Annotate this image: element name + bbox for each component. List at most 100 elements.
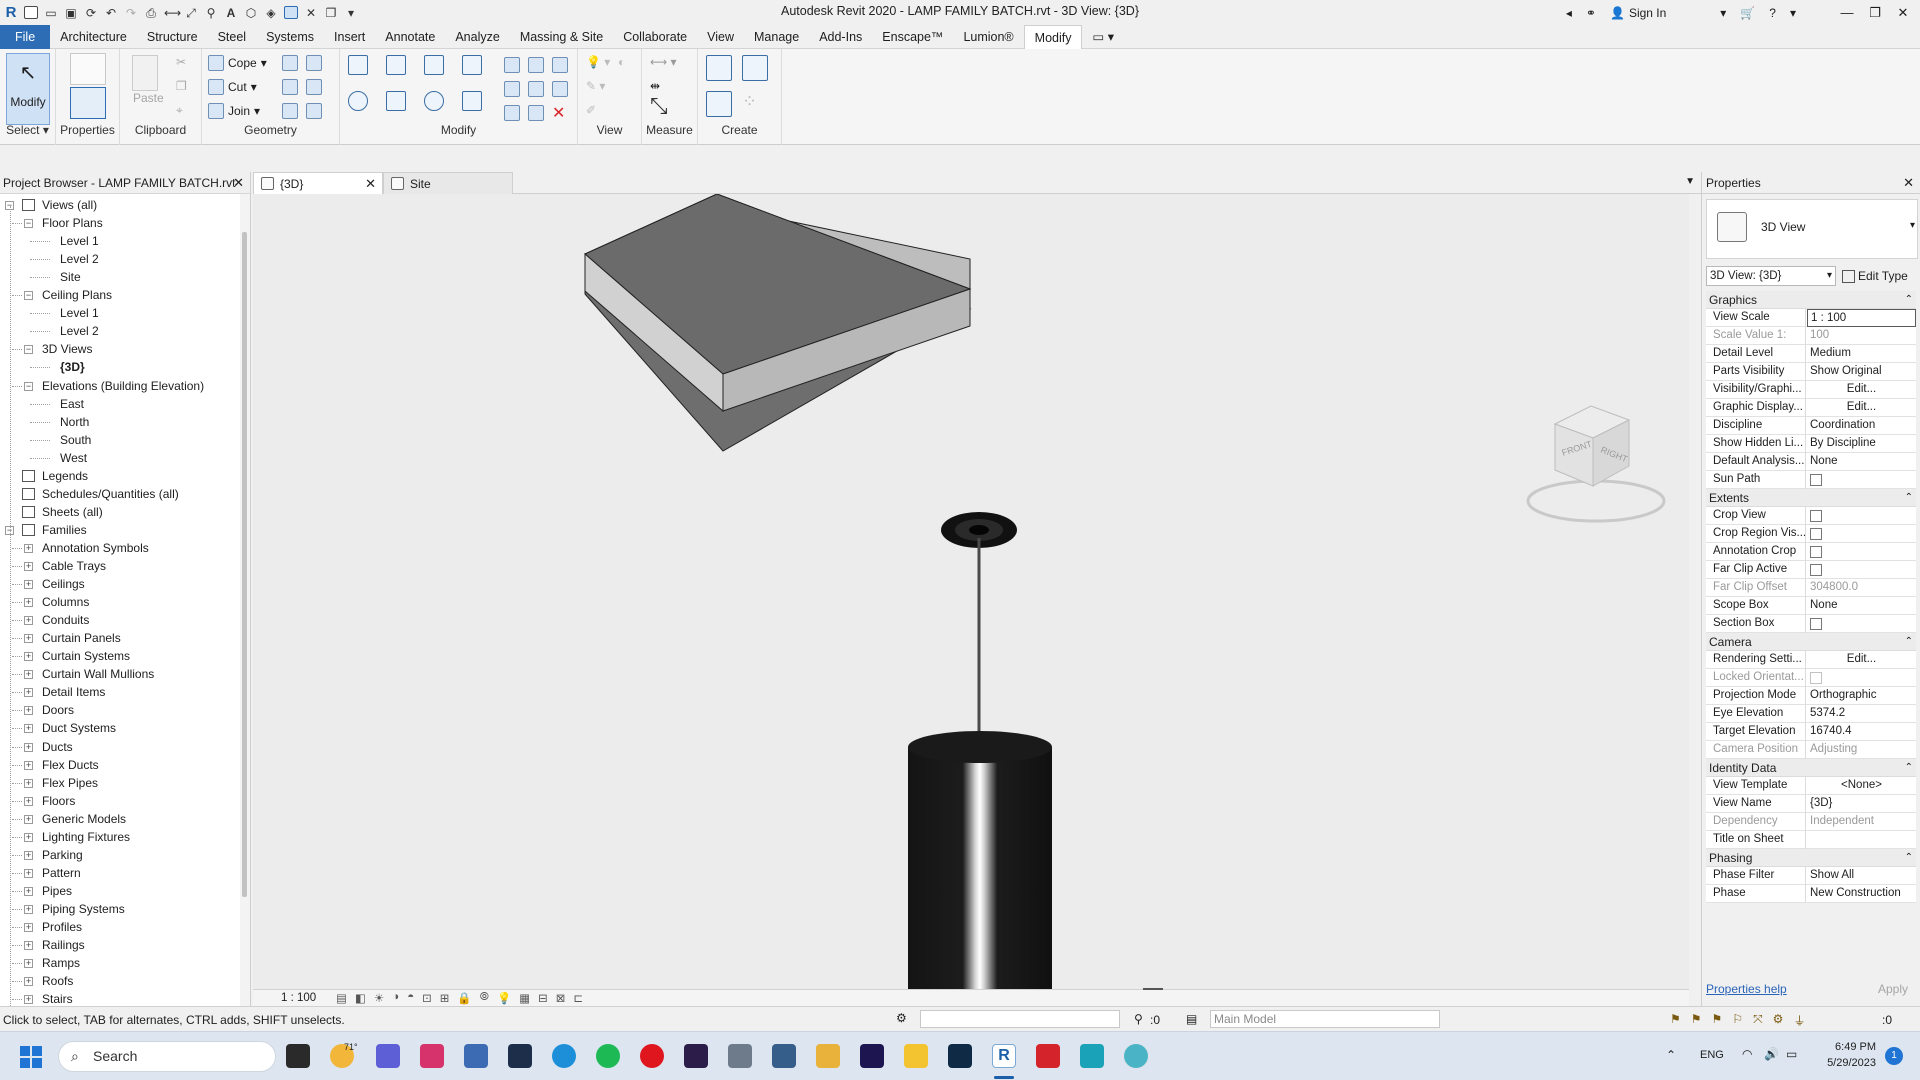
property-value[interactable]: Show All	[1807, 867, 1916, 885]
expand-toggle-icon[interactable]: +	[24, 904, 33, 914]
expand-toggle-icon[interactable]: +	[24, 941, 33, 951]
expand-toggle-icon[interactable]: +	[24, 850, 33, 860]
split-icon[interactable]	[504, 57, 520, 73]
type-properties-icon[interactable]	[70, 53, 106, 85]
menu-steel[interactable]: Steel	[208, 25, 257, 49]
open-folder-icon[interactable]: ▭	[44, 6, 58, 20]
contextual-tab-dropdown-icon[interactable]: ▭ ▾	[1082, 25, 1124, 49]
checkbox[interactable]	[1810, 563, 1822, 576]
tree-item-ducts[interactable]: Ducts	[42, 738, 73, 756]
customize-qa-icon[interactable]: ▾	[344, 6, 358, 20]
editing-requests-icon[interactable]: ⚲	[1134, 1012, 1143, 1026]
tree-item-profiles[interactable]: Profiles	[42, 918, 82, 936]
expand-toggle-icon[interactable]: +	[24, 814, 33, 824]
taskbar-search[interactable]: ⌕ Search	[58, 1041, 276, 1072]
group-camera[interactable]: Camera ⌃	[1706, 633, 1916, 651]
group-identity-data[interactable]: Identity Data ⌃	[1706, 759, 1916, 777]
tree-item-roofs[interactable]: Roofs	[42, 972, 73, 990]
property-value[interactable]: By Discipline	[1807, 435, 1916, 453]
menu-collaborate[interactable]: Collaborate	[613, 25, 697, 49]
ceiling-slab[interactable]	[584, 193, 972, 452]
checkbox[interactable]	[1810, 671, 1822, 684]
tree-item-duct-systems[interactable]: Duct Systems	[42, 719, 116, 737]
instagram-icon[interactable]	[420, 1044, 444, 1068]
tree-item-curtain-systems[interactable]: Curtain Systems	[42, 647, 130, 665]
paste-icon[interactable]	[132, 55, 158, 91]
tree-item-flex-pipes[interactable]: Flex Pipes	[42, 774, 98, 792]
align-icon[interactable]	[348, 55, 368, 75]
tree-item-level-2[interactable]: Level 2	[60, 322, 99, 340]
tag-icon[interactable]: ⚲	[204, 6, 218, 20]
redo-icon[interactable]: ↷	[124, 6, 138, 20]
expand-toggle-icon[interactable]: +	[24, 543, 33, 553]
binoculars-icon[interactable]: ⚭	[1586, 6, 1596, 20]
property-value[interactable]: 5374.2	[1807, 705, 1916, 723]
view-cube[interactable]: FRONT RIGHT	[1526, 405, 1666, 523]
expand-toggle-icon[interactable]: +	[24, 977, 33, 987]
array-icon[interactable]	[504, 81, 520, 97]
paint-icon[interactable]	[306, 79, 322, 95]
view-extra-icon[interactable]: ◐	[618, 55, 625, 69]
tree-item-north[interactable]: North	[60, 413, 89, 431]
property-value[interactable]: 16740.4	[1807, 723, 1916, 741]
menu-enscape[interactable]: Enscape™	[872, 25, 953, 49]
worksets-icon[interactable]: ⚙	[896, 1011, 907, 1025]
detail-level-icon[interactable]: ▤	[336, 991, 347, 1005]
tree-item-sheets-all[interactable]: Sheets (all)	[42, 503, 103, 521]
expand-toggle-icon[interactable]: +	[24, 598, 33, 608]
close-tab-icon[interactable]: ✕	[365, 173, 376, 195]
tree-item-parking[interactable]: Parking	[42, 846, 83, 864]
analytical-icon[interactable]: ⊟	[538, 991, 548, 1005]
clock-time[interactable]: 6:49 PM	[1816, 1041, 1876, 1053]
reveal-hidden-icon[interactable]: 💡	[497, 991, 511, 1005]
menu-systems[interactable]: Systems	[256, 25, 324, 49]
menu-file[interactable]: File	[0, 24, 51, 49]
tree-item-level-1[interactable]: Level 1	[60, 232, 99, 250]
property-value[interactable]: New Construction	[1807, 885, 1916, 903]
property-value[interactable]: Medium	[1807, 345, 1916, 363]
tree-item-generic-models[interactable]: Generic Models	[42, 810, 126, 828]
filter-icon[interactable]: ⏚	[1793, 1012, 1805, 1029]
close-browser-icon[interactable]: ✕	[233, 172, 244, 194]
property-checkbox[interactable]	[1807, 507, 1916, 525]
menu-architecture[interactable]: Architecture	[50, 25, 137, 49]
property-value[interactable]: 1 : 100	[1807, 309, 1916, 327]
expand-toggle-icon[interactable]: +	[24, 580, 33, 590]
mirror-draw-axis-icon[interactable]	[462, 55, 482, 75]
tree-item-floor-plans[interactable]: Floor Plans	[42, 214, 103, 232]
tree-item-ceiling-plans[interactable]: Ceiling Plans	[42, 286, 112, 304]
expand-toggle-icon[interactable]: +	[24, 742, 33, 752]
tree-item-site[interactable]: Site	[60, 268, 81, 286]
media-player-icon[interactable]	[816, 1044, 840, 1068]
3d-model-canvas[interactable]: FRONT RIGHT	[253, 193, 1689, 1080]
app-icon-generic[interactable]	[728, 1044, 752, 1068]
revit-logo-icon[interactable]: R	[4, 5, 18, 20]
trim-extend-icon[interactable]	[462, 91, 482, 111]
mirror-pick-axis-icon[interactable]	[424, 55, 444, 75]
property-checkbox[interactable]	[1807, 525, 1916, 543]
menu-annotate[interactable]: Annotate	[375, 25, 445, 49]
tree-item-pipes[interactable]: Pipes	[42, 882, 72, 900]
premiere-icon[interactable]	[684, 1044, 708, 1068]
menu-manage[interactable]: Manage	[744, 25, 809, 49]
tree-item-annotation-symbols[interactable]: Annotation Symbols	[42, 539, 149, 557]
wall-joins-icon[interactable]	[306, 55, 322, 71]
tree-item-curtain-panels[interactable]: Curtain Panels	[42, 629, 121, 647]
property-edit-button[interactable]: <None>	[1807, 777, 1916, 795]
text-icon[interactable]: A	[224, 6, 238, 20]
wifi-icon[interactable]: ◠	[1742, 1047, 1752, 1061]
tree-item-east[interactable]: East	[60, 395, 84, 413]
tree-item-3d-views[interactable]: 3D Views	[42, 340, 92, 358]
tree-item-piping-systems[interactable]: Piping Systems	[42, 900, 125, 918]
collapse-group-icon[interactable]: ⌃	[1905, 291, 1913, 309]
apply-button[interactable]: Apply	[1878, 982, 1908, 996]
undo-icon[interactable]: ↶	[104, 6, 118, 20]
scale-icon[interactable]	[528, 81, 544, 97]
measure-between-icon[interactable]: ⟷ ▾	[650, 55, 677, 69]
expand-toggle-icon[interactable]: +	[24, 562, 33, 571]
property-value[interactable]: Coordination	[1807, 417, 1916, 435]
edit-type-button[interactable]: Edit Type	[1842, 266, 1908, 286]
tree-item-railings[interactable]: Railings	[42, 936, 85, 954]
checkbox[interactable]	[1810, 545, 1822, 558]
delete-icon[interactable]: ✕	[552, 103, 565, 123]
